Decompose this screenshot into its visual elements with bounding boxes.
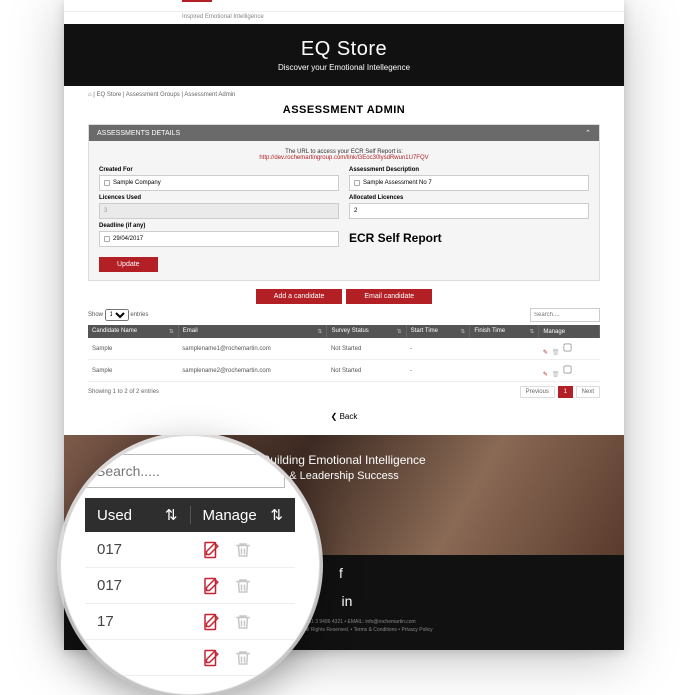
col-email[interactable]: Email⇅: [178, 325, 327, 338]
zoom-cell-used: 17: [85, 613, 190, 630]
crumb-eqstore[interactable]: EQ Store: [97, 92, 122, 98]
col-finish[interactable]: Finish Time⇅: [470, 325, 539, 338]
details-panel: ASSESSMENTS DETAILS ⌃ The URL to access …: [88, 124, 600, 281]
zoom-row: 017: [85, 568, 295, 604]
edit-icon[interactable]: [202, 541, 220, 559]
candidates-table: Candidate Name⇅ Email⇅ Survey Status⇅ St…: [88, 325, 600, 382]
back-link[interactable]: ❮ Back: [64, 406, 624, 435]
edit-icon[interactable]: [202, 613, 220, 631]
licences-used-label: Licences Used: [99, 195, 339, 201]
delete-icon[interactable]: 🗑: [552, 350, 560, 356]
panel-heading: ASSESSMENTS DETAILS: [97, 130, 180, 137]
allocated-label: Allocated Licences: [349, 195, 589, 201]
facebook-icon[interactable]: f: [339, 565, 343, 581]
page-1[interactable]: 1: [558, 386, 573, 398]
col-start[interactable]: Start Time⇅: [406, 325, 470, 338]
zoom-col-used[interactable]: Used: [97, 507, 132, 524]
entries-label: entries: [130, 312, 148, 318]
table-info: Showing 1 to 2 of 2 entries: [88, 389, 159, 395]
zoom-col-manage[interactable]: Manage: [203, 507, 257, 524]
sort-icon: ⇅: [169, 328, 174, 335]
crumb-current: Assessment Admin: [184, 92, 235, 98]
crumb-groups[interactable]: Assessment Groups: [126, 92, 180, 98]
page-size-select[interactable]: 10: [105, 309, 129, 321]
row-checkbox[interactable]: [564, 366, 572, 374]
update-button[interactable]: Update: [99, 257, 158, 272]
description-input[interactable]: Sample Assessment No 7: [349, 175, 589, 191]
description-label: Assessment Description: [349, 167, 589, 173]
col-status[interactable]: Survey Status⇅: [327, 325, 406, 338]
email-candidate-button[interactable]: Email candidate: [346, 289, 432, 304]
zoom-search-input[interactable]: [85, 454, 285, 488]
sort-icon: ⇅: [529, 328, 534, 335]
edit-icon[interactable]: ✎: [543, 372, 548, 378]
prev-page[interactable]: Previous: [520, 386, 555, 398]
brand-tagline: Inspired Emotional Intelligence: [64, 12, 624, 24]
zoom-row: 17: [85, 604, 295, 640]
allocated-input[interactable]: 2: [349, 203, 589, 219]
page-title: ASSESSMENT ADMIN: [64, 100, 624, 124]
licences-used-input: 3: [99, 203, 339, 219]
col-manage: Manage: [539, 325, 600, 338]
next-page[interactable]: Next: [576, 386, 600, 398]
table-row: Samplesamplename2@rochemartin.comNot Sta…: [88, 360, 600, 382]
delete-icon[interactable]: [234, 576, 252, 596]
top-nav: [64, 0, 624, 12]
col-name[interactable]: Candidate Name⇅: [88, 325, 178, 338]
calendar-icon: [104, 236, 110, 242]
magnifier-overlay: Used ⇅ Manage ⇅ 017 017 17: [60, 435, 320, 695]
edit-icon[interactable]: ✎: [543, 350, 548, 356]
add-candidate-button[interactable]: Add a candidate: [256, 289, 343, 304]
table-search-input[interactable]: [530, 308, 600, 322]
zoom-cell-used: 017: [85, 541, 190, 558]
zoom-row: 017: [85, 532, 295, 568]
collapse-icon[interactable]: ⌃: [585, 129, 591, 137]
edit-icon[interactable]: [202, 649, 220, 667]
footer-line1: Building Emotional Intelligence: [262, 453, 425, 469]
report-type: ECR Self Report: [349, 231, 589, 245]
report-url[interactable]: http://dev.rochemartingroup.com/link/GEo…: [99, 155, 589, 161]
created-for-input[interactable]: Sample Company: [99, 175, 339, 191]
sort-icon[interactable]: ⇅: [165, 506, 178, 524]
breadcrumb: ⌂ | EQ Store | Assessment Groups | Asses…: [64, 86, 624, 100]
sort-icon[interactable]: ⇅: [270, 506, 283, 524]
show-label: Show: [88, 312, 103, 318]
zoom-row: [85, 640, 295, 676]
delete-icon[interactable]: [234, 612, 252, 632]
delete-icon[interactable]: 🗑: [552, 372, 560, 378]
delete-icon[interactable]: [234, 540, 252, 560]
sort-icon: ⇅: [460, 328, 465, 335]
deadline-input[interactable]: 29/04/2017: [99, 231, 339, 247]
hero-subtitle: Discover your Emotional Intellegence: [64, 63, 624, 72]
hero-title: EQ Store: [64, 38, 624, 61]
linkedin-icon[interactable]: in: [342, 593, 353, 609]
hero-banner: EQ Store Discover your Emotional Intelle…: [64, 24, 624, 86]
zoom-cell-used: 017: [85, 577, 190, 594]
home-icon[interactable]: ⌂: [88, 92, 92, 98]
sort-icon: ⇅: [317, 328, 322, 335]
deadline-label: Deadline (if any): [99, 223, 339, 229]
table-row: Samplesamplename1@rochemartin.comNot Sta…: [88, 338, 600, 360]
created-for-label: Created For: [99, 167, 339, 173]
field-icon: [354, 180, 360, 186]
edit-icon[interactable]: [202, 577, 220, 595]
field-icon: [104, 180, 110, 186]
sort-icon: ⇅: [397, 328, 402, 335]
row-checkbox[interactable]: [564, 344, 572, 352]
delete-icon[interactable]: [234, 648, 252, 668]
